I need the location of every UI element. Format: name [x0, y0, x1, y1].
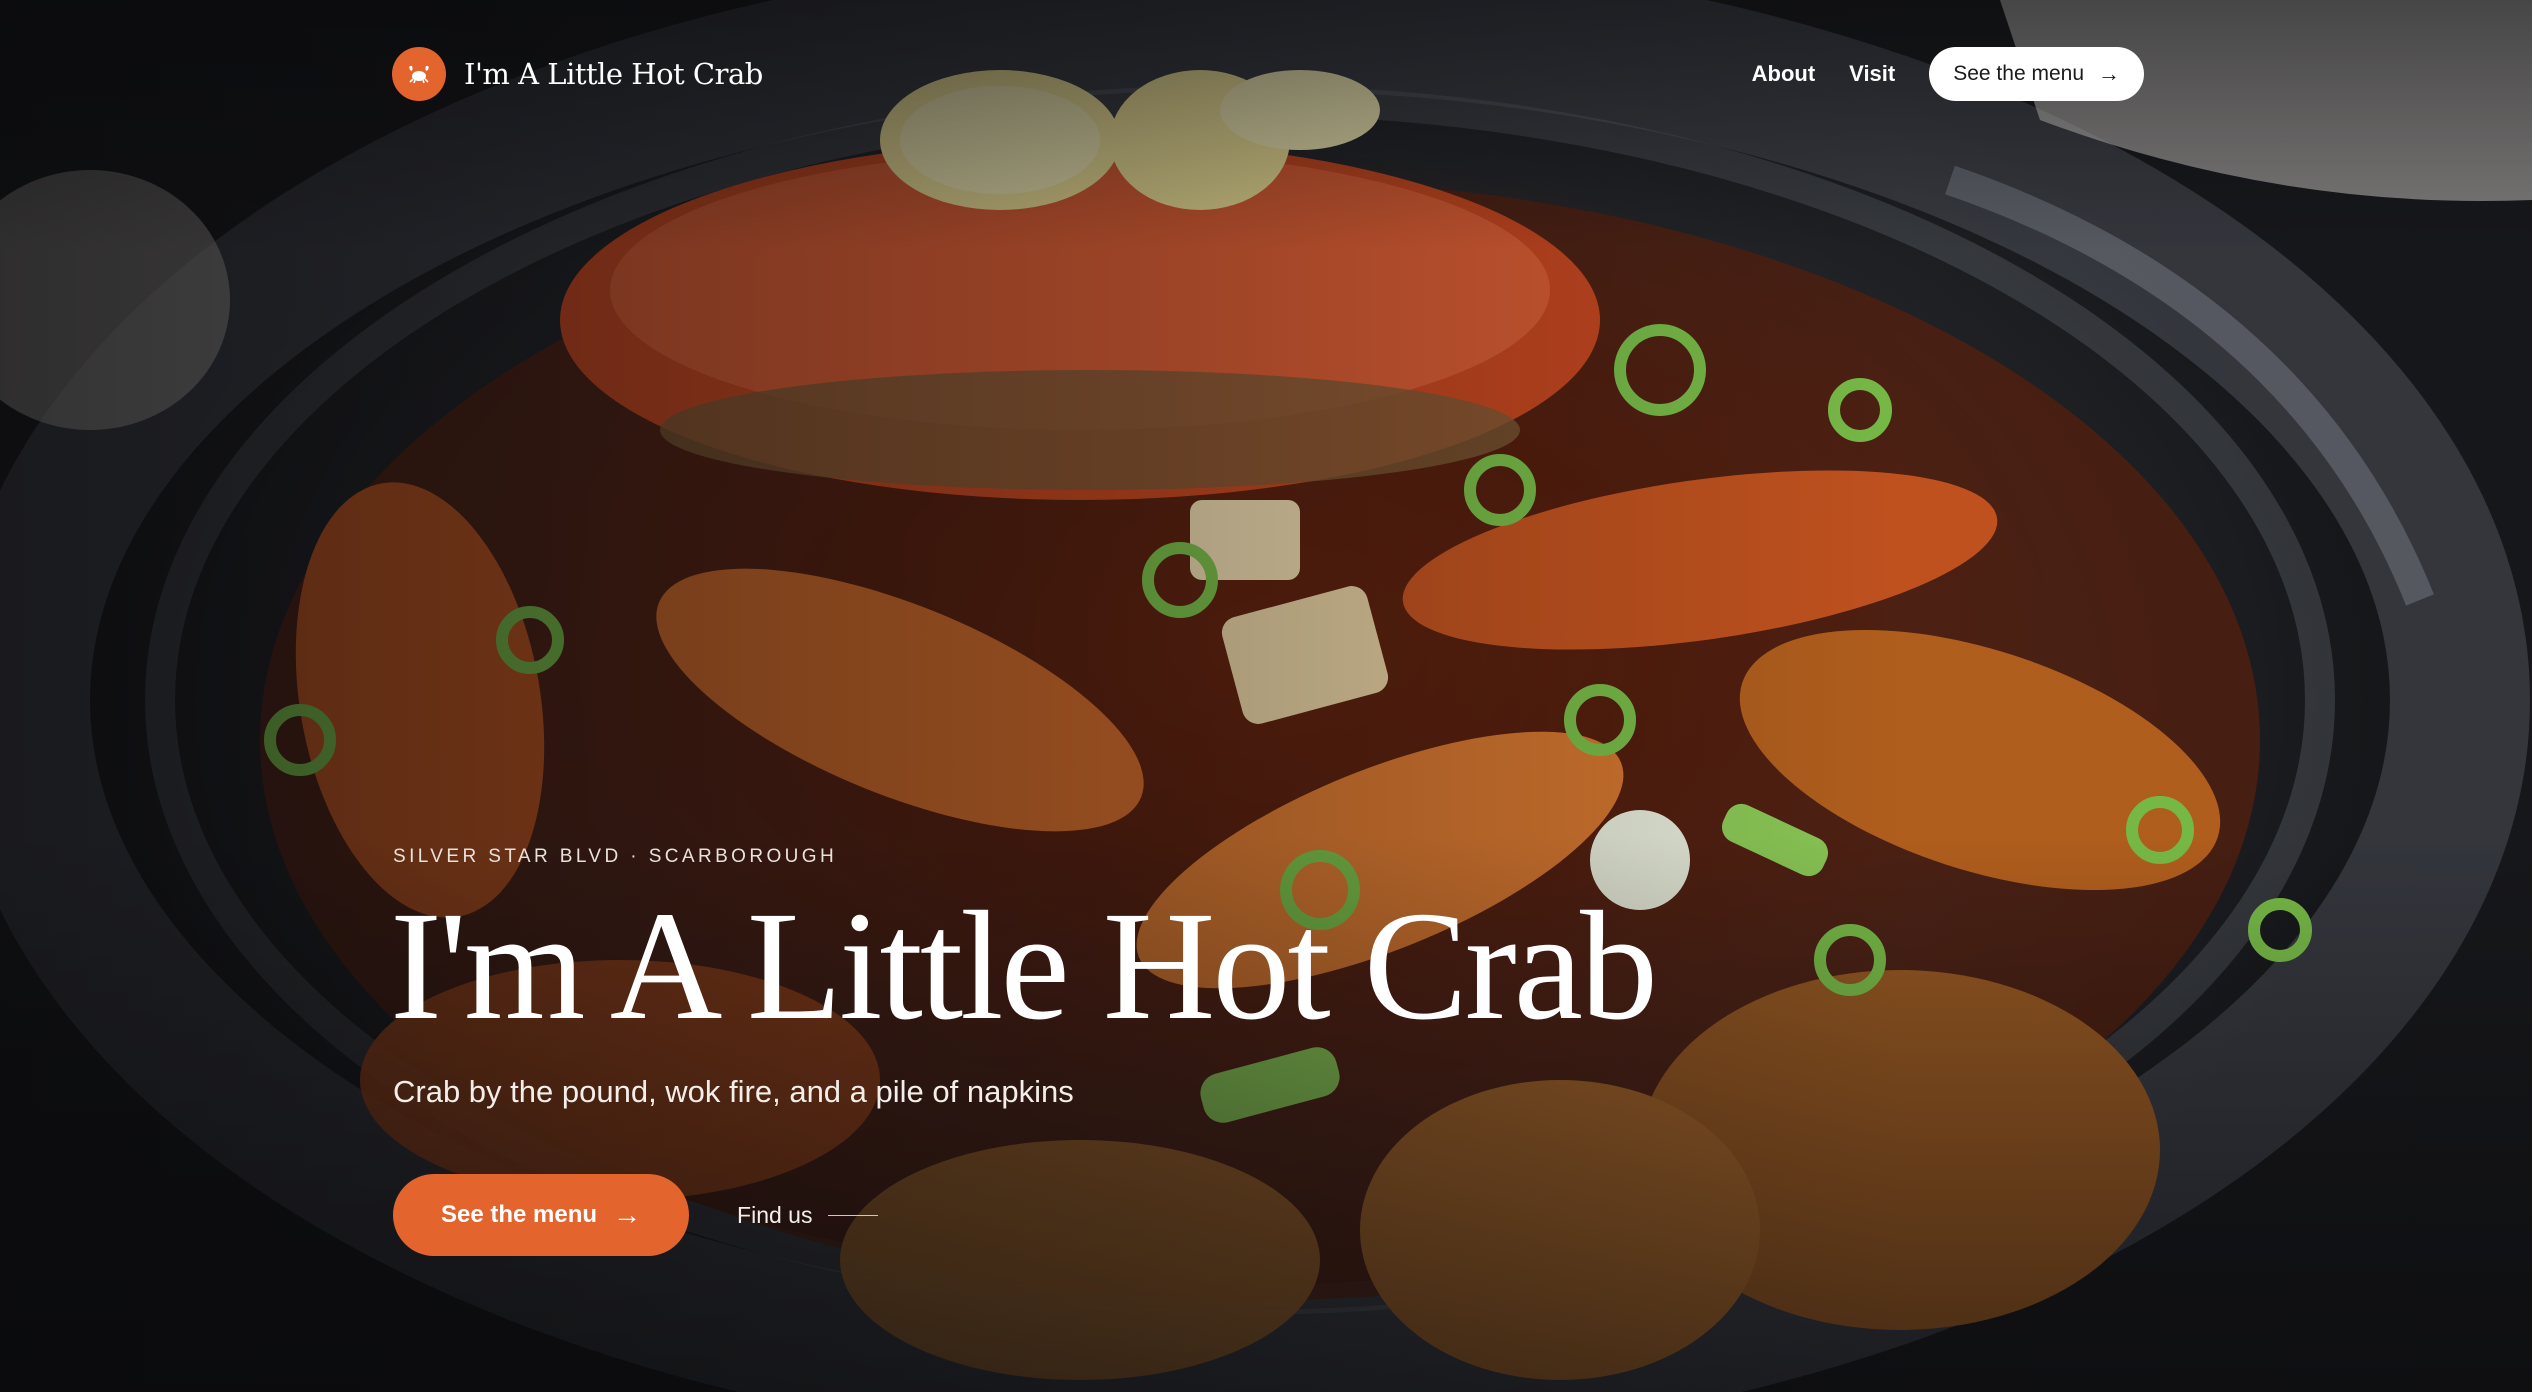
hero-section: I'm A Little Hot Crab About Visit See th… — [0, 0, 2532, 1392]
find-us-link[interactable]: Find us — [737, 1201, 879, 1229]
brand-home-link[interactable]: I'm A Little Hot Crab — [392, 47, 763, 101]
nav-cta-label: See the menu — [1953, 62, 2084, 85]
arrow-right-icon: → — [2098, 61, 2120, 86]
nav-links: About Visit See the menu → — [1752, 47, 2144, 101]
brand-name: I'm A Little Hot Crab — [464, 57, 763, 91]
find-us-label: Find us — [737, 1201, 813, 1228]
hero-overlay — [0, 0, 2532, 1392]
hero-subtitle: Crab by the pound, wok fire, and a pile … — [393, 1074, 1074, 1109]
hero-actions: See the menu → Find us — [393, 1174, 879, 1256]
see-menu-label: See the menu — [441, 1201, 598, 1228]
top-nav: I'm A Little Hot Crab About Visit See th… — [392, 46, 2144, 102]
crab-icon — [392, 47, 446, 101]
nav-link-visit[interactable]: Visit — [1849, 61, 1895, 87]
see-menu-button[interactable]: See the menu → — [393, 1174, 690, 1256]
nav-link-about[interactable]: About — [1752, 61, 1816, 87]
arrow-right-icon: → — [613, 1199, 642, 1230]
line-icon — [828, 1214, 879, 1216]
hero-title: I'm A Little Hot Crab — [390, 879, 1658, 1052]
hero-eyebrow: SILVER STAR BLVD · SCARBOROUGH — [393, 846, 838, 867]
nav-see-menu-button[interactable]: See the menu → — [1929, 47, 2144, 101]
